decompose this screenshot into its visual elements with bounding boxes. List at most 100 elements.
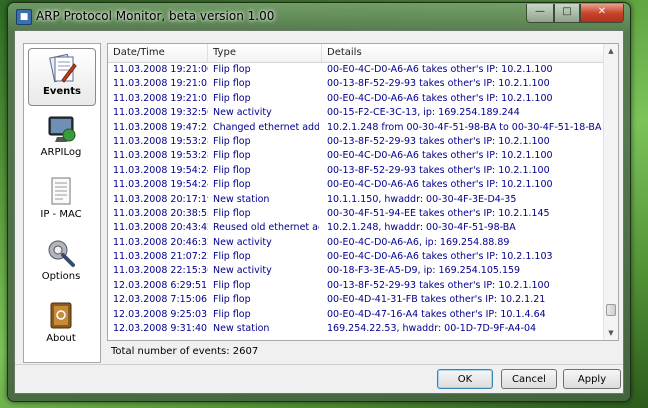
cell-details: 00-E0-4C-D0-A6-A6 takes other's IP: 10.2… <box>327 179 553 191</box>
cell-details: 00-15-F2-CE-3C-13, ip: 169.254.189.244 <box>327 107 520 119</box>
cell-type: Flip flop <box>213 78 251 90</box>
minimize-button[interactable]: — <box>526 4 554 23</box>
events-table: Date/Time Type Details 11.03.2008 19:21:… <box>107 43 619 341</box>
scroll-thumb[interactable] <box>606 304 616 316</box>
cell-type: New activity <box>213 107 272 119</box>
cell-details: 00-E0-4C-D0-A6-A6 takes other's IP: 10.2… <box>327 64 553 75</box>
column-header-type[interactable]: Type <box>208 44 322 62</box>
cell-details: 00-30-4F-51-94-EE takes other's IP: 10.2… <box>327 207 550 219</box>
cell-details: 00-13-8F-52-29-93 takes other's IP: 10.2… <box>327 164 550 176</box>
cell-details: 10.2.1.248, hwaddr: 00-30-4F-51-98-BA <box>327 222 516 234</box>
cell-datetime: 11.03.2008 19:47:25 <box>113 121 208 133</box>
table-body: 11.03.2008 19:21:00 Flip flop 00-E0-4C-D0-… <box>108 63 604 336</box>
sidebar-item-label: Options <box>41 271 81 282</box>
cell-type: New activity <box>213 236 272 248</box>
cell-datetime: 11.03.2008 20:17:19 <box>113 193 208 205</box>
maximize-button[interactable]: □ <box>554 4 580 23</box>
sidebar-item-events[interactable]: Events <box>28 48 96 106</box>
table-row[interactable]: 11.03.2008 20:46:32 New activity 00-E0-4C-… <box>108 236 604 250</box>
table-row[interactable]: 12.03.2008 9:25:03 Flip flop 00-E0-4D-47-1… <box>108 308 604 322</box>
cell-type: Flip flop <box>213 92 251 104</box>
cell-type: New station <box>213 193 270 205</box>
table-row[interactable]: 11.03.2008 19:21:03 Flip flop 00-13-8F-52-… <box>108 77 604 91</box>
cell-details: 00-18-F3-3E-A5-D9, ip: 169.254.105.159 <box>327 265 521 277</box>
scroll-up-arrow-icon[interactable]: ▲ <box>604 44 618 58</box>
cell-datetime: 12.03.2008 7:15:06 <box>113 294 208 306</box>
cell-datetime: 11.03.2008 20:46:32 <box>113 236 208 248</box>
cell-details: 00-E0-4D-47-16-A4 takes other's IP: 10.1… <box>327 308 546 320</box>
cell-type: Flip flop <box>213 308 251 320</box>
table-row[interactable]: 11.03.2008 19:54:24 Flip flop 00-13-8F-52-… <box>108 164 604 178</box>
table-row[interactable]: 11.03.2008 22:15:36 New activity 00-18-F3-… <box>108 264 604 278</box>
cell-details: 00-E0-4C-D0-A6-A6 takes other's IP: 10.2… <box>327 251 553 263</box>
cell-details: 00-13-8F-52-29-93 takes other's IP: 10.2… <box>327 135 550 147</box>
table-row[interactable]: 12.03.2008 7:15:06 Flip flop 00-E0-4D-41-3… <box>108 293 604 307</box>
table-row[interactable]: 11.03.2008 20:43:42 Reused old ethernet a… <box>108 221 604 235</box>
table-row[interactable]: 11.03.2008 19:32:50 New activity 00-15-F2-… <box>108 106 604 120</box>
sidebar-item-arpilog[interactable]: ARPILog <box>28 110 94 166</box>
sidebar: Events ARPILog IP - MAC Options About <box>23 43 101 363</box>
cancel-button[interactable]: Cancel <box>501 369 557 389</box>
table-row[interactable]: 11.03.2008 19:54:24 Flip flop 00-E0-4C-D0-… <box>108 178 604 192</box>
table-row[interactable]: 11.03.2008 20:17:19 New station 10.1.1.150… <box>108 193 604 207</box>
cell-datetime: 11.03.2008 19:21:03 <box>113 78 208 90</box>
vertical-scrollbar[interactable]: ▲ ▼ <box>603 44 618 340</box>
cell-type: Flip flop <box>213 150 251 162</box>
cell-datetime: 11.03.2008 20:43:42 <box>113 222 208 234</box>
table-row[interactable]: 11.03.2008 19:53:28 Flip flop 00-13-8F-52-… <box>108 135 604 149</box>
list-icon <box>51 177 71 205</box>
cell-type: Flip flop <box>213 251 251 263</box>
sidebar-item-label: ARPILog <box>40 147 82 158</box>
sidebar-item-label: Events <box>43 86 81 97</box>
table-row[interactable]: 12.03.2008 6:29:51 Flip flop 00-13-8F-52-2… <box>108 279 604 293</box>
ok-button[interactable]: OK <box>437 369 493 389</box>
table-row[interactable]: 11.03.2008 19:47:25 Changed ethernet addr… <box>108 121 604 135</box>
app-window: ■ ARP Protocol Monitor, beta version 1.0… <box>7 2 631 402</box>
cell-details: 10.2.1.248 from 00-30-4F-51-98-BA to 00-… <box>327 121 602 133</box>
close-button[interactable]: ✕ <box>580 4 624 23</box>
total-events-label: Total number of events: 2607 <box>111 346 259 357</box>
window-controls: — □ ✕ <box>526 4 624 23</box>
cell-type: Flip flop <box>213 64 251 75</box>
sidebar-item-label: IP - MAC <box>40 209 82 220</box>
cell-details: 00-E0-4C-D0-A6-A6 takes other's IP: 10.2… <box>327 92 553 104</box>
cell-type: Flip flop <box>213 279 251 291</box>
table-row[interactable]: 11.03.2008 21:07:22 Flip flop 00-E0-4C-D0-… <box>108 250 604 264</box>
cell-datetime: 12.03.2008 9:31:40 <box>113 323 208 335</box>
cell-datetime: 11.03.2008 19:53:28 <box>113 135 208 147</box>
cell-datetime: 11.03.2008 19:21:03 <box>113 92 208 104</box>
monitor-icon <box>48 116 76 142</box>
cell-type: Flip flop <box>213 135 251 147</box>
column-header-details[interactable]: Details <box>322 44 604 62</box>
cell-details: 169.254.22.53, hwaddr: 00-1D-7D-9F-A4-04 <box>327 323 537 335</box>
cell-type: New activity <box>213 265 272 277</box>
column-header-datetime[interactable]: Date/Time <box>108 44 208 62</box>
scroll-down-arrow-icon[interactable]: ▼ <box>604 326 618 340</box>
apply-button[interactable]: Apply <box>563 369 621 389</box>
book-icon <box>50 302 72 329</box>
table-row[interactable]: 11.03.2008 19:21:00 Flip flop 00-E0-4C-D0-… <box>108 63 604 77</box>
cell-type: Flip flop <box>213 294 251 306</box>
cell-details: 00-E0-4D-41-31-FB takes other's IP: 10.2… <box>327 294 546 306</box>
sidebar-item-ip-mac[interactable]: IP - MAC <box>28 172 94 228</box>
cell-type: Changed ethernet addr... <box>213 121 319 133</box>
table-row[interactable]: 11.03.2008 19:53:28 Flip flop 00-E0-4C-D0-… <box>108 149 604 163</box>
cell-datetime: 11.03.2008 19:32:50 <box>113 107 208 119</box>
cell-datetime: 11.03.2008 20:38:55 <box>113 207 208 219</box>
cell-details: 10.1.1.150, hwaddr: 00-30-4F-3E-D4-35 <box>327 193 517 205</box>
sidebar-item-about[interactable]: About <box>28 296 94 352</box>
cell-type: Flip flop <box>213 164 251 176</box>
cell-type: Flip flop <box>213 179 251 191</box>
footer-divider <box>15 364 623 365</box>
table-row[interactable]: 12.03.2008 9:31:40 New station 169.254.22.… <box>108 322 604 336</box>
title-bar[interactable]: ■ ARP Protocol Monitor, beta version 1.0… <box>8 3 630 31</box>
table-row[interactable]: 11.03.2008 20:38:55 Flip flop 00-30-4F-51-… <box>108 207 604 221</box>
table-row[interactable]: 11.03.2008 19:21:03 Flip flop 00-E0-4C-D0-… <box>108 92 604 106</box>
client-area: Events ARPILog IP - MAC Options About Da… <box>14 30 624 394</box>
app-icon: ■ <box>16 9 32 25</box>
cell-datetime: 11.03.2008 19:54:24 <box>113 164 208 176</box>
cell-datetime: 11.03.2008 19:53:28 <box>113 150 208 162</box>
cell-datetime: 11.03.2008 19:54:24 <box>113 179 208 191</box>
sidebar-item-options[interactable]: Options <box>28 234 94 290</box>
events-icon <box>49 53 77 83</box>
